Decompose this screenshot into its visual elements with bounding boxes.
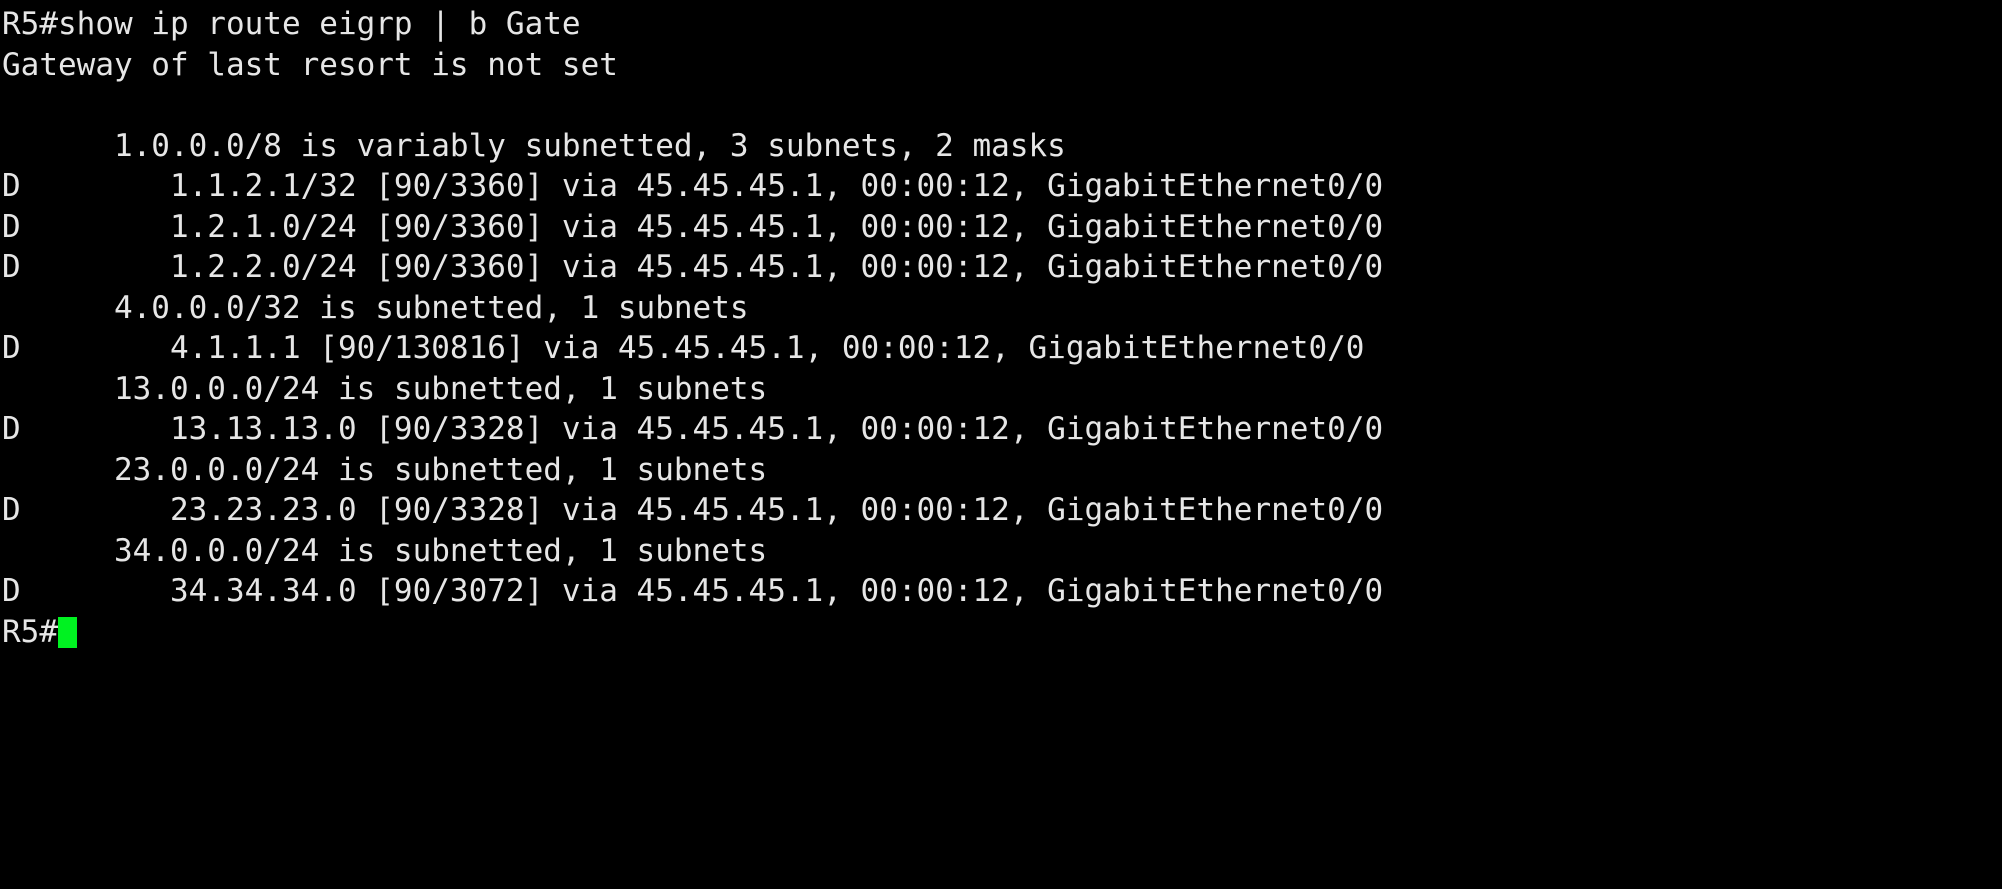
subnet-header-line: 23.0.0.0/24 is subnetted, 1 subnets bbox=[2, 451, 768, 488]
route-line: D 34.34.34.0 [90/3072] via 45.45.45.1, 0… bbox=[2, 573, 1384, 609]
route-line: D 13.13.13.0 [90/3328] via 45.45.45.1, 0… bbox=[2, 411, 1384, 447]
command-line: R5#show ip route eigrp | b Gate bbox=[2, 6, 581, 42]
gateway-of-last-resort-line: Gateway of last resort is not set bbox=[2, 46, 618, 83]
route-line: D 1.2.2.0/24 [90/3360] via 45.45.45.1, 0… bbox=[2, 249, 1384, 285]
route-line: D 4.1.1.1 [90/130816] via 45.45.45.1, 00… bbox=[2, 330, 1365, 366]
subnet-header-line: 1.0.0.0/8 is variably subnetted, 3 subne… bbox=[2, 127, 1066, 164]
prompt-label: R5# bbox=[2, 613, 58, 650]
text-cursor bbox=[58, 616, 77, 648]
subnet-header-line: 4.0.0.0/32 is subnetted, 1 subnets bbox=[2, 289, 749, 326]
active-prompt-line[interactable]: R5# bbox=[0, 612, 2002, 653]
subnet-header-line: 34.0.0.0/24 is subnetted, 1 subnets bbox=[2, 532, 768, 569]
route-line: D 23.23.23.0 [90/3328] via 45.45.45.1, 0… bbox=[2, 492, 1384, 528]
terminal-screen[interactable]: R5#show ip route eigrp | b Gate Gateway … bbox=[0, 0, 2002, 889]
route-line: D 1.2.1.0/24 [90/3360] via 45.45.45.1, 0… bbox=[2, 208, 1384, 245]
route-line: D 1.1.2.1/32 [90/3360] via 45.45.45.1, 0… bbox=[2, 168, 1384, 204]
subnet-header-line: 13.0.0.0/24 is subnetted, 1 subnets bbox=[2, 370, 768, 407]
